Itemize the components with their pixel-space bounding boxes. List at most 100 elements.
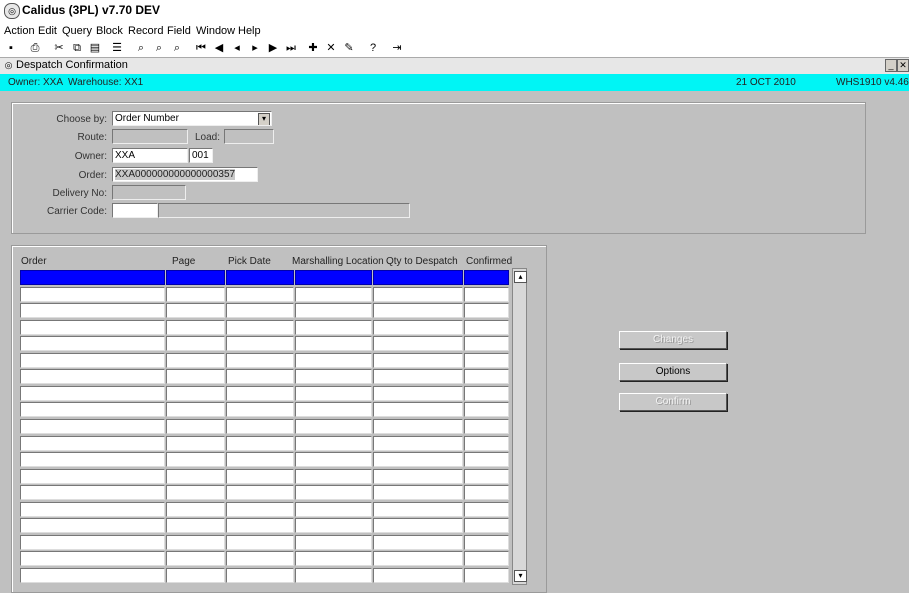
grid-cell[interactable] bbox=[226, 469, 294, 484]
grid-cell[interactable] bbox=[373, 270, 463, 285]
grid-cell[interactable] bbox=[20, 369, 165, 384]
grid-cell[interactable] bbox=[464, 353, 509, 368]
route-field[interactable] bbox=[112, 129, 188, 144]
grid-cell[interactable] bbox=[295, 518, 372, 533]
grid-cell[interactable] bbox=[464, 485, 509, 500]
grid-cell[interactable] bbox=[295, 436, 372, 451]
grid-cell[interactable] bbox=[226, 353, 294, 368]
menu-query[interactable]: Query bbox=[62, 25, 92, 37]
grid-cell[interactable] bbox=[20, 469, 165, 484]
grid-cell[interactable] bbox=[226, 436, 294, 451]
grid-cell[interactable] bbox=[373, 485, 463, 500]
grid-cell[interactable] bbox=[464, 502, 509, 517]
grid-cell[interactable] bbox=[373, 353, 463, 368]
carrier-description-field[interactable] bbox=[158, 203, 410, 218]
grid-cell[interactable] bbox=[295, 287, 372, 302]
grid-cell[interactable] bbox=[226, 419, 294, 434]
grid-cell[interactable] bbox=[295, 353, 372, 368]
grid-cell[interactable] bbox=[20, 270, 165, 285]
grid-cell[interactable] bbox=[166, 287, 225, 302]
choose-by-select[interactable]: Order Number ▾ bbox=[112, 111, 272, 126]
menu-record[interactable]: Record bbox=[128, 25, 163, 37]
scroll-down-icon[interactable]: ▾ bbox=[514, 570, 527, 582]
grid-cell[interactable] bbox=[295, 551, 372, 566]
first-record-icon[interactable]: ⏮ bbox=[194, 41, 208, 55]
grid-cell[interactable] bbox=[20, 452, 165, 467]
grid-cell[interactable] bbox=[295, 452, 372, 467]
grid-cell[interactable] bbox=[373, 419, 463, 434]
grid-cell[interactable] bbox=[20, 336, 165, 351]
grid-cell[interactable] bbox=[166, 502, 225, 517]
grid-cell[interactable] bbox=[20, 568, 165, 583]
menu-action[interactable]: Action bbox=[4, 25, 35, 37]
grid-cell[interactable] bbox=[166, 535, 225, 550]
grid-cell[interactable] bbox=[373, 502, 463, 517]
grid-cell[interactable] bbox=[464, 518, 509, 533]
grid-cell[interactable] bbox=[226, 336, 294, 351]
grid-cell[interactable] bbox=[226, 402, 294, 417]
next-record-icon[interactable]: ▸ bbox=[248, 41, 262, 55]
next-block-icon[interactable]: ▶ bbox=[266, 41, 280, 55]
previous-block-icon[interactable]: ◀ bbox=[212, 41, 226, 55]
grid-cell[interactable] bbox=[464, 287, 509, 302]
grid-cell[interactable] bbox=[166, 353, 225, 368]
grid-cell[interactable] bbox=[166, 419, 225, 434]
grid-cell[interactable] bbox=[295, 502, 372, 517]
scroll-up-icon[interactable]: ▴ bbox=[514, 271, 527, 283]
grid-cell[interactable] bbox=[464, 369, 509, 384]
grid-cell[interactable] bbox=[226, 485, 294, 500]
grid-cell[interactable] bbox=[464, 535, 509, 550]
grid-cell[interactable] bbox=[373, 287, 463, 302]
copy-icon[interactable]: ⧉ bbox=[70, 41, 84, 55]
grid-cell[interactable] bbox=[295, 303, 372, 318]
grid-cell[interactable] bbox=[20, 320, 165, 335]
grid-cell[interactable] bbox=[373, 436, 463, 451]
menu-field[interactable]: Field bbox=[167, 25, 191, 37]
grid-scrollbar[interactable]: ▴ ▾ bbox=[512, 268, 527, 585]
grid-cell[interactable] bbox=[226, 568, 294, 583]
grid-cell[interactable] bbox=[166, 551, 225, 566]
changes-button[interactable]: Changes bbox=[619, 331, 727, 349]
paste-icon[interactable]: ▤ bbox=[88, 41, 102, 55]
grid-cell[interactable] bbox=[373, 469, 463, 484]
options-button[interactable]: Options bbox=[619, 363, 727, 381]
grid-cell[interactable] bbox=[166, 402, 225, 417]
menu-edit[interactable]: Edit bbox=[38, 25, 57, 37]
load-field[interactable] bbox=[224, 129, 274, 144]
owner-code-field[interactable]: XXA bbox=[112, 148, 188, 163]
grid-cell[interactable] bbox=[226, 551, 294, 566]
close-icon[interactable]: ✕ bbox=[897, 59, 909, 72]
clear-record-icon[interactable]: ✎ bbox=[342, 41, 356, 55]
grid-cell[interactable] bbox=[226, 270, 294, 285]
last-record-icon[interactable]: ⏭ bbox=[284, 41, 298, 55]
grid-cell[interactable] bbox=[464, 320, 509, 335]
grid-cell[interactable] bbox=[295, 336, 372, 351]
grid-cell[interactable] bbox=[166, 303, 225, 318]
grid-cell[interactable] bbox=[226, 303, 294, 318]
grid-cell[interactable] bbox=[226, 535, 294, 550]
grid-cell[interactable] bbox=[226, 386, 294, 401]
grid-cell[interactable] bbox=[226, 287, 294, 302]
cut-icon[interactable]: ✂ bbox=[52, 41, 66, 55]
grid-cell[interactable] bbox=[166, 469, 225, 484]
grid-cell[interactable] bbox=[373, 303, 463, 318]
grid-cell[interactable] bbox=[373, 568, 463, 583]
grid-cell[interactable] bbox=[295, 369, 372, 384]
grid-cell[interactable] bbox=[226, 369, 294, 384]
grid-cell[interactable] bbox=[166, 369, 225, 384]
grid-cell[interactable] bbox=[20, 303, 165, 318]
dropdown-arrow-icon[interactable]: ▾ bbox=[258, 113, 270, 125]
cancel-query-icon[interactable]: ⌕ bbox=[170, 41, 184, 55]
grid-cell[interactable] bbox=[295, 270, 372, 285]
grid-cell[interactable] bbox=[464, 419, 509, 434]
help-icon[interactable]: ? bbox=[366, 41, 380, 55]
save-icon[interactable]: ▪ bbox=[4, 41, 18, 55]
grid-cell[interactable] bbox=[166, 436, 225, 451]
grid-cell[interactable] bbox=[373, 535, 463, 550]
grid-cell[interactable] bbox=[166, 386, 225, 401]
grid-cell[interactable] bbox=[166, 518, 225, 533]
grid-cell[interactable] bbox=[166, 270, 225, 285]
grid-cell[interactable] bbox=[464, 386, 509, 401]
grid-cell[interactable] bbox=[20, 386, 165, 401]
owner-number-field[interactable]: 001 bbox=[189, 148, 213, 163]
